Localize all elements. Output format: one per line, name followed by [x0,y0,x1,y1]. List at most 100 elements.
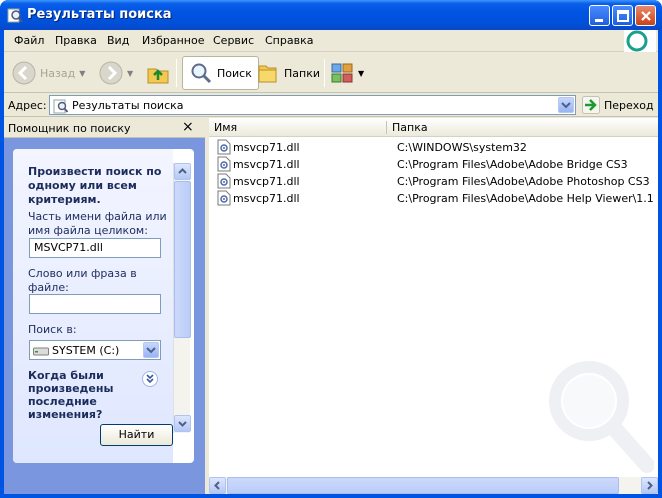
forward-button[interactable]: ▼ [99,57,133,89]
views-icon [331,63,353,83]
search-criteria-content: Произвести поиск по одному или всем крит… [13,149,173,463]
maximize-button[interactable] [612,5,633,26]
search-results-window: Результаты поиска Файл Правка Вид Избран… [0,0,662,498]
dll-file-icon [217,190,231,206]
views-dropdown-icon[interactable]: ▼ [358,69,364,78]
address-value: Результаты поиска [72,99,184,112]
scroll-thumb[interactable] [174,181,191,338]
horizontal-scroll-thumb[interactable] [227,477,619,494]
file-folder: C:\Program Files\Adobe\Adobe Photoshop C… [397,175,650,188]
file-folder: C:\Program Files\Adobe\Adobe Help Viewer… [397,192,654,205]
criteria-scrollbar[interactable] [173,163,191,433]
result-row[interactable]: msvcp71.dll C:\Program Files\Adobe\Adobe… [209,156,658,173]
dll-file-icon [217,173,231,189]
modified-date-label[interactable]: Когда были произведены последние изменен… [28,369,138,421]
column-name-label: Имя [214,121,238,134]
magnifier-watermark-icon [549,361,654,473]
chevron-down-icon [561,102,571,109]
scroll-down-button[interactable] [174,415,191,432]
forward-arrow-icon [99,61,123,85]
minimize-icon [595,19,603,22]
go-arrow-icon [582,96,600,114]
go-label: Переход [604,98,654,112]
title-bar[interactable]: Результаты поиска [0,0,662,30]
back-arrow-icon [12,61,36,85]
chevron-up-icon [178,168,187,174]
chevron-down-icon [178,421,187,427]
find-button[interactable]: Найти [100,424,173,446]
result-row[interactable]: msvcp71.dll C:\Program Files\Adobe\Adobe… [209,190,658,207]
filename-label: Часть имени файла или имя файла целиком: [28,210,167,237]
search-criteria-panel: Произвести поиск по одному или всем крит… [13,149,194,463]
close-pane-button[interactable]: × [182,119,194,135]
go-button[interactable]: Переход [582,96,654,114]
views-button[interactable]: ▼ [330,57,364,89]
chevron-right-icon [647,481,653,490]
result-row[interactable]: msvcp71.dll C:\WINDOWS\system32 [209,139,658,156]
back-button[interactable]: Назад ▼ [12,57,85,89]
search-label: Поиск [217,66,252,80]
filename-input[interactable]: MSVCP71.dll [29,238,161,258]
search-window-icon [7,8,23,23]
phrase-label: Слово или фраза в файле: [28,267,137,294]
address-bar: Адрес: Результаты поиска Переход [4,93,658,117]
file-name: msvcp71.dll [233,158,300,171]
lookin-value: SYSTEM (C:) [52,344,120,357]
up-folder-icon [147,68,169,84]
up-folder-button[interactable] [146,57,170,89]
window-client: Файл Правка Вид Избранное Сервис Справка… [4,30,658,494]
search-assistant-title: Помощник по поиску [8,122,131,135]
forward-dropdown-icon[interactable]: ▼ [127,69,133,78]
toolbar-separator [324,59,325,87]
phrase-input[interactable] [29,294,161,314]
column-header-name[interactable]: Имя [209,118,387,137]
windows-flag-icon [626,30,648,52]
criteria-heading: Произвести поиск по одному или всем крит… [28,165,162,206]
menu-tools[interactable]: Сервис [213,34,254,47]
minimize-button[interactable] [589,5,610,26]
menu-edit[interactable]: Правка [55,34,97,47]
toolbar: Назад ▼ ▼ Поиск Папки ▼ [4,53,658,93]
results-horizontal-scrollbar[interactable] [209,477,658,494]
toolbar-separator [176,59,177,87]
file-folder: C:\Program Files\Adobe\Adobe Bridge CS3 [397,158,628,171]
results-list: Имя Папка msvcp71.dll C:\WINDOWS\system3… [209,118,658,494]
folders-icon [258,65,277,83]
file-name: msvcp71.dll [233,175,300,188]
window-title: Результаты поиска [27,7,172,22]
address-label: Адрес: [8,99,47,112]
back-dropdown-icon[interactable]: ▼ [79,69,85,78]
column-header-folder[interactable]: Папка [387,118,658,137]
menu-favorites[interactable]: Избранное [142,34,204,47]
close-button[interactable] [635,5,656,26]
scroll-left-button[interactable] [209,477,226,494]
file-folder: C:\WINDOWS\system32 [397,141,527,154]
file-name: msvcp71.dll [233,192,300,205]
chevron-down-icon [146,347,156,354]
expand-modified-button[interactable] [142,371,158,387]
drive-icon [33,347,49,356]
dll-file-icon [217,156,231,172]
menu-bar: Файл Правка Вид Избранное Сервис Справка [4,30,658,52]
double-chevron-down-icon [146,374,154,384]
close-icon [641,11,651,21]
file-name: msvcp71.dll [233,141,300,154]
address-input[interactable]: Результаты поиска [49,95,576,115]
menu-file[interactable]: Файл [14,34,44,47]
lookin-dropdown-button[interactable] [143,342,159,358]
menu-help[interactable]: Справка [265,34,313,47]
folders-label: Папки [284,66,320,80]
scroll-right-button[interactable] [641,477,658,494]
scroll-up-button[interactable] [174,163,191,180]
maximize-icon [617,10,629,22]
search-button[interactable]: Поиск [182,56,259,90]
search-assistant-pane: Помощник по поиску × Произвести поиск по… [4,118,205,494]
menu-view[interactable]: Вид [107,34,129,47]
folders-button[interactable]: Папки [256,57,320,89]
address-dropdown-button[interactable] [558,97,574,113]
back-label: Назад [40,66,76,80]
search-results-icon [53,99,69,114]
result-row[interactable]: msvcp71.dll C:\Program Files\Adobe\Adobe… [209,173,658,190]
lookin-select[interactable]: SYSTEM (C:) [29,340,161,360]
column-folder-label: Папка [392,121,428,134]
